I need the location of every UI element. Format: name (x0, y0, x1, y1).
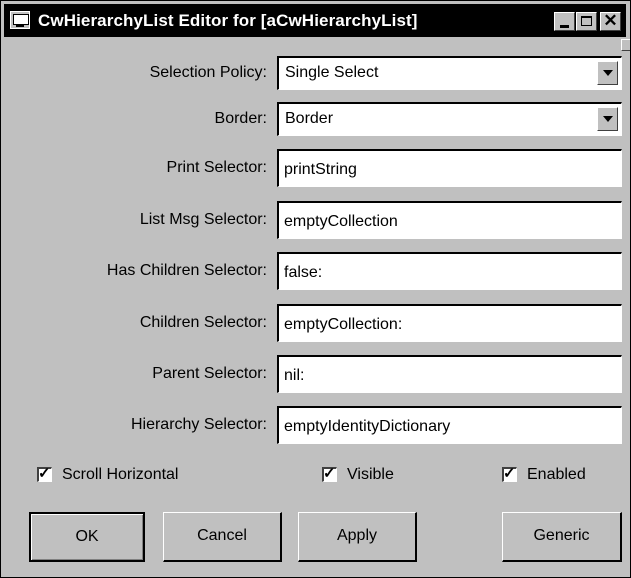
ok-button[interactable]: OK (29, 512, 145, 562)
checkmark-icon: ✓ (38, 465, 51, 482)
children-selector-input[interactable] (277, 304, 622, 342)
selection-policy-dropdown-button[interactable] (597, 61, 618, 85)
minimize-icon (560, 25, 569, 28)
window-title: CwHierarchyList Editor for [aCwHierarchy… (38, 11, 418, 30)
checkbox-box[interactable]: ✓ (37, 465, 52, 482)
editor-window: CwHierarchyList Editor for [aCwHierarchy… (0, 0, 631, 578)
parent-selector-input[interactable] (277, 355, 622, 393)
hierarchy-selector-input[interactable] (277, 406, 622, 444)
cancel-button[interactable]: Cancel (163, 512, 282, 562)
list-msg-selector-label: List Msg Selector: (139, 211, 267, 228)
title-bar[interactable]: CwHierarchyList Editor for [aCwHierarchy… (4, 4, 626, 37)
apply-button[interactable]: Apply (298, 512, 417, 562)
close-button[interactable]: ✕ (600, 11, 621, 31)
maximize-button[interactable] (576, 12, 597, 31)
print-selector-label: Print Selector: (166, 159, 267, 176)
has-children-selector-label: Has Children Selector: (106, 262, 267, 279)
selection-policy-value: Single Select (285, 64, 379, 81)
maximize-icon (581, 16, 592, 26)
chevron-down-icon (603, 116, 613, 122)
print-selector-input[interactable] (277, 149, 622, 187)
border-dropdown[interactable]: Border (277, 102, 622, 136)
selection-policy-dropdown[interactable]: Single Select (277, 56, 622, 90)
list-msg-selector-input[interactable] (277, 201, 622, 239)
selection-policy-label: Selection Policy: (149, 64, 267, 81)
children-selector-label: Children Selector: (139, 314, 267, 331)
generic-button[interactable]: Generic (502, 512, 622, 562)
scroll-horizontal-label: Scroll Horizontal (62, 466, 179, 483)
chevron-down-icon (603, 70, 613, 76)
checkmark-icon: ✓ (503, 465, 516, 482)
border-label: Border: (214, 110, 267, 127)
checkbox-box[interactable]: ✓ (502, 465, 517, 482)
hierarchy-selector-label: Hierarchy Selector: (130, 416, 267, 433)
checkbox-box[interactable]: ✓ (322, 465, 337, 482)
checkmark-icon: ✓ (323, 465, 336, 482)
visible-label: Visible (347, 466, 394, 483)
app-icon[interactable] (10, 11, 30, 29)
enabled-label: Enabled (527, 466, 586, 483)
border-value: Border (285, 110, 334, 127)
border-dropdown-button[interactable] (597, 107, 618, 131)
close-icon: ✕ (603, 11, 618, 30)
parent-selector-label: Parent Selector: (152, 365, 267, 382)
has-children-selector-input[interactable] (277, 252, 622, 290)
scrollbar-stub[interactable] (621, 39, 630, 51)
minimize-button[interactable] (554, 12, 575, 31)
